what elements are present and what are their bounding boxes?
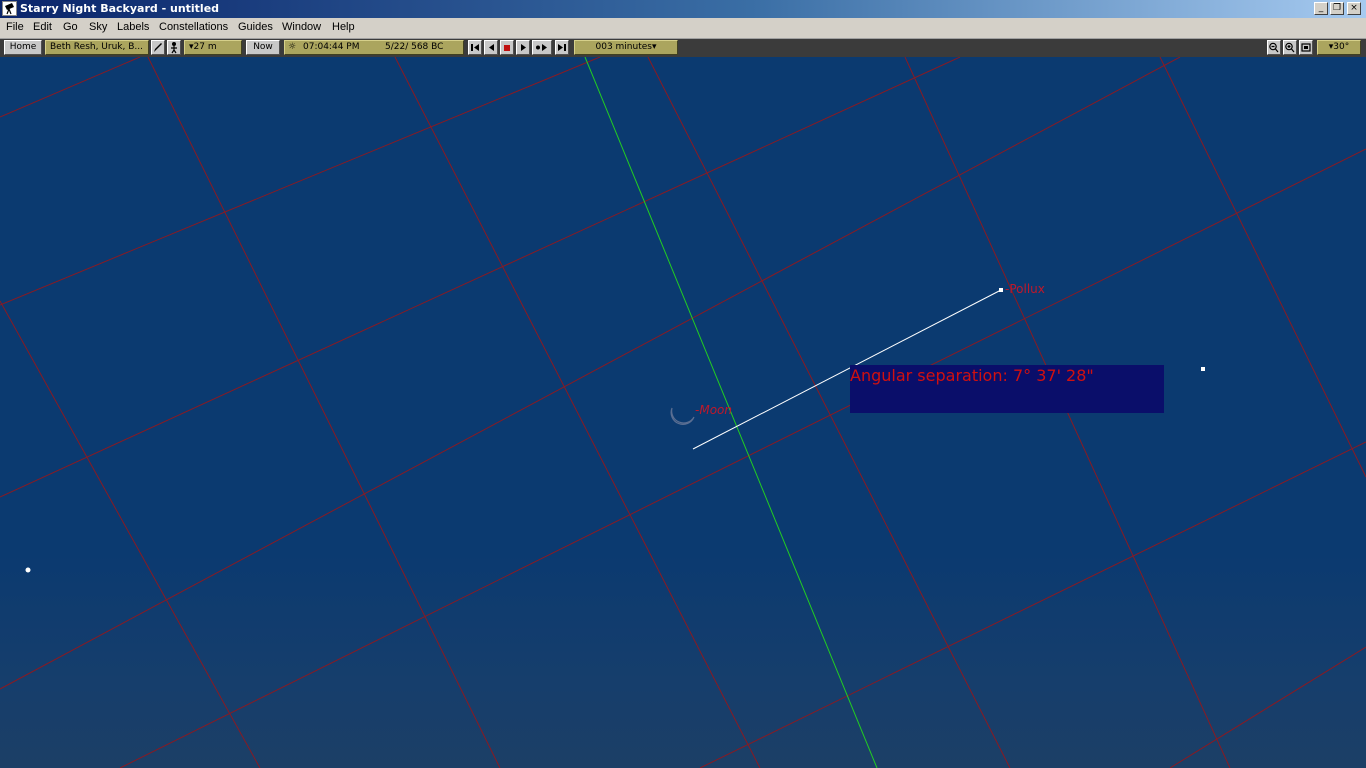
angular-separation-readout: Angular separation: 7° 37' 28" [850,365,1164,413]
star[interactable] [25,567,31,573]
grid-line [1169,646,1366,768]
close-button[interactable]: × [1347,2,1361,15]
grid-line [119,148,1366,768]
zoom-in-icon[interactable] [1283,40,1297,55]
sun-icon: ☼ [288,42,297,52]
restore-button[interactable]: ❐ [1330,2,1344,15]
pencil-icon[interactable] [151,40,165,55]
menu-labels[interactable]: Labels [117,21,149,33]
grid-line [1159,57,1366,478]
angular-separation-text: Angular separation: 7° 37' 28" [850,366,1094,385]
location-field[interactable]: Beth Resh, Uruk, B... [45,40,149,55]
moon-label-text: Moon [699,403,732,417]
grid-line [0,300,261,768]
window-title: Starry Night Backyard - untitled [20,2,220,15]
zoom-out-icon[interactable] [1267,40,1281,55]
observer-icon[interactable] [167,40,181,55]
menu-go[interactable]: Go [63,21,78,33]
menu-file[interactable]: File [6,21,24,33]
pollux-label[interactable]: -Pollux [1005,282,1045,296]
fast-forward-icon[interactable] [532,40,552,55]
zoom-fit-icon[interactable] [1299,40,1313,55]
play-forward-icon[interactable] [516,40,530,55]
control-toolbar: Home Beth Resh, Uruk, B... ▾27 m Now ☼ 0… [0,39,1366,57]
moon-crescent-icon[interactable] [670,407,695,425]
menu-guides[interactable]: Guides [238,21,273,33]
stop-icon[interactable] [500,40,514,55]
grid-line [699,441,1366,768]
home-button[interactable]: Home [4,40,42,55]
field-of-view-dropdown[interactable]: ▾30° [1317,40,1361,55]
moon-label[interactable]: -Moon [695,403,732,417]
date-field[interactable]: 5/22/ 568 BC [385,41,443,54]
grid-line [0,57,601,306]
menu-constellations[interactable]: Constellations [159,21,228,33]
app-telescope-icon [2,1,17,16]
grid-line [0,57,961,498]
star[interactable] [1201,367,1205,371]
elevation-field[interactable]: ▾27 m [184,40,242,55]
menu-help[interactable]: Help [332,21,355,33]
minimize-button[interactable]: _ [1314,2,1328,15]
pollux-star[interactable] [999,288,1003,292]
pollux-label-text: Pollux [1009,282,1045,296]
menu-window[interactable]: Window [282,21,321,33]
now-button[interactable]: Now [246,40,280,55]
sky-view[interactable]: -Pollux -Moon Angular separation: 7° 37'… [0,57,1366,768]
step-forward-icon[interactable] [555,40,569,55]
menu-edit[interactable]: Edit [33,21,52,33]
time-field[interactable]: 07:04:44 PM [303,41,359,54]
grid-line [0,57,141,118]
menu-bar: File Edit Go Sky Labels Constellations G… [0,18,1366,39]
time-date-display[interactable]: ☼ 07:04:44 PM 5/22/ 568 BC [284,40,464,55]
menu-sky[interactable]: Sky [89,21,107,33]
step-back-icon[interactable] [468,40,482,55]
time-step-dropdown[interactable]: 003 minutes▾ [574,40,678,55]
play-reverse-icon[interactable] [484,40,498,55]
title-bar: Starry Night Backyard - untitled _ ❐ × [0,0,1366,18]
